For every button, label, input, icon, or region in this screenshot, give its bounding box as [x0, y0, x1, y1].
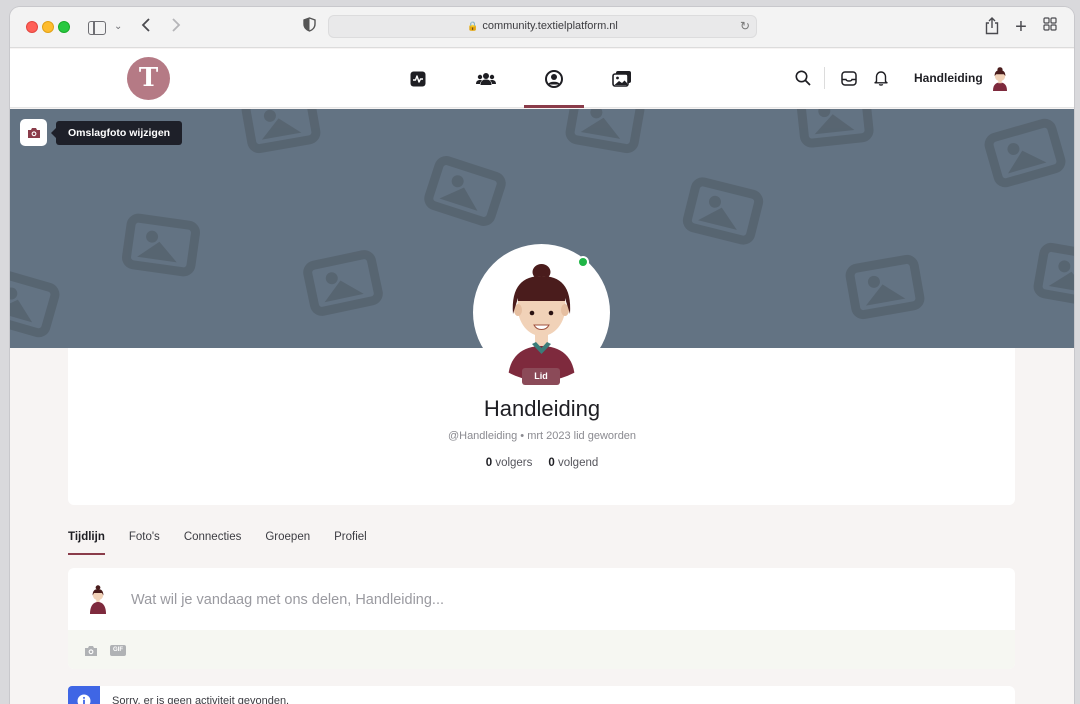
followers-count: 0: [485, 457, 493, 469]
header-divider: [824, 67, 825, 89]
info-icon: [68, 686, 100, 704]
forward-icon[interactable]: [168, 17, 184, 37]
notice-text: Sorry, er is geen activiteit gevonden.: [112, 695, 290, 704]
privacy-shield-icon[interactable]: [300, 17, 318, 37]
no-activity-notice: Sorry, er is geen activiteit gevonden.: [68, 686, 1015, 704]
followers-stat[interactable]: 0 volgers: [486, 457, 533, 469]
site-header: T Handleiding: [10, 49, 1074, 108]
reload-icon[interactable]: ↻: [740, 16, 750, 37]
new-tab-icon[interactable]: +: [1012, 17, 1030, 37]
search-icon[interactable]: [794, 69, 812, 87]
profile-joined: mrt 2023 lid geworden: [527, 430, 637, 442]
followers-label: volgers: [495, 457, 533, 469]
lock-icon: 🔒: [467, 21, 479, 31]
profile-handle: @Handleiding: [447, 430, 518, 442]
nav-activity-icon[interactable]: [404, 65, 432, 93]
online-status-indicator: [577, 256, 589, 268]
zoom-window-button[interactable]: [58, 21, 70, 33]
cover-pattern-image-icon: [239, 109, 323, 155]
share-icon[interactable]: [984, 17, 1000, 37]
nav-active-indicator: [524, 105, 584, 108]
add-gif-icon[interactable]: GIF: [110, 645, 126, 656]
bell-icon[interactable]: [872, 69, 890, 87]
tab-timeline[interactable]: Tijdlijn: [68, 531, 105, 555]
change-cover-tooltip: Omslagfoto wijzigen: [50, 121, 183, 145]
address-bar[interactable]: 🔒 community.textielplatform.nl ↻: [328, 15, 757, 38]
composer-toolbar: GIF: [68, 630, 1015, 669]
post-composer: Wat wil je vandaag met ons delen, Handle…: [68, 568, 1015, 669]
add-photo-icon[interactable]: [84, 645, 98, 657]
nav-profile-icon[interactable]: [540, 65, 568, 93]
browser-window: ⌄ 🔒 community.textielplatform.nl ↻ + T H…: [10, 7, 1074, 704]
url-text: community.textielplatform.nl: [482, 20, 618, 32]
tab-photos[interactable]: Foto's: [129, 531, 160, 555]
role-badge: Lid: [522, 368, 560, 385]
cover-pattern-image-icon: [300, 247, 386, 319]
nav-photos-icon[interactable]: [608, 65, 636, 93]
following-count: 0: [548, 457, 555, 469]
cover-pattern-image-icon: [795, 109, 875, 149]
nav-members-icon[interactable]: [472, 65, 500, 93]
sidebar-toggle-icon[interactable]: [88, 21, 106, 35]
following-stat[interactable]: 0 volgend: [548, 457, 598, 469]
tab-profile[interactable]: Profiel: [334, 531, 367, 555]
cover-pattern-image-icon: [981, 115, 1069, 191]
profile-stats: 0 volgers 0 volgend: [10, 457, 1074, 469]
tab-connections[interactable]: Connecties: [184, 531, 242, 555]
camera-icon: [27, 127, 40, 138]
cover-pattern-image-icon: [10, 265, 63, 341]
minimize-window-button[interactable]: [42, 21, 54, 33]
profile-tabs: Tijdlijn Foto's Connecties Groepen Profi…: [68, 531, 367, 555]
cover-pattern-image-icon: [421, 152, 509, 230]
profile-meta: @Handleiding • mrt 2023 lid geworden: [10, 430, 1074, 442]
chevron-down-icon[interactable]: ⌄: [114, 17, 122, 37]
cover-pattern-image-icon: [563, 109, 647, 155]
tab-overview-icon[interactable]: [1042, 17, 1058, 37]
back-icon[interactable]: [138, 17, 154, 37]
cover-pattern-image-icon: [1031, 241, 1074, 309]
cover-pattern-image-icon: [120, 212, 202, 278]
cover-pattern-image-icon: [680, 174, 766, 248]
site-logo[interactable]: T: [127, 57, 170, 100]
following-label: volgend: [557, 457, 599, 469]
profile-name: Handleiding: [483, 396, 601, 421]
change-cover-button[interactable]: [20, 119, 47, 146]
composer-input[interactable]: Wat wil je vandaag met ons delen, Handle…: [131, 592, 444, 608]
tab-groups[interactable]: Groepen: [265, 531, 310, 555]
header-avatar[interactable]: [988, 65, 1012, 91]
cover-pattern-image-icon: [843, 253, 927, 321]
browser-toolbar: ⌄ 🔒 community.textielplatform.nl ↻ +: [10, 7, 1074, 48]
inbox-icon[interactable]: [840, 69, 858, 87]
profile-avatar[interactable]: [473, 244, 610, 381]
close-window-button[interactable]: [26, 21, 38, 33]
header-user-name[interactable]: Handleiding: [914, 71, 983, 85]
composer-avatar: [88, 584, 108, 616]
